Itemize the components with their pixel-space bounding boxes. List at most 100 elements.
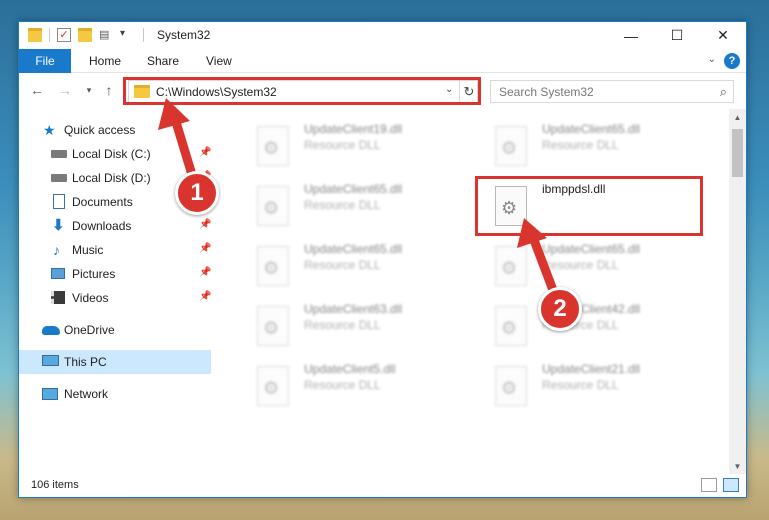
sidebar-item-label: Downloads [72, 219, 132, 233]
tab-view[interactable]: View [206, 49, 232, 73]
scroll-up-arrow-icon[interactable]: ▲ [729, 109, 746, 125]
sidebar-item-label: Pictures [72, 267, 116, 281]
window-title: System32 [157, 28, 211, 42]
dll-file-icon: ⚙ [257, 246, 289, 286]
pin-icon[interactable]: 📌 [199, 243, 211, 254]
star-icon: ★ [43, 122, 56, 138]
new-folder-icon[interactable] [78, 28, 92, 42]
list-item[interactable]: ⚙ UpdateClient65.dll Resource DLL [475, 238, 705, 292]
tab-share[interactable]: Share [147, 49, 179, 73]
dll-file-icon: ⚙ [495, 306, 527, 346]
videos-icon [51, 291, 65, 304]
folder-icon [28, 28, 42, 42]
maximize-button[interactable]: ☐ [654, 22, 700, 49]
file-type: Resource DLL [304, 378, 381, 392]
sidebar-item-music[interactable]: ♪ Music 📌 [19, 238, 211, 262]
music-icon: ♪ [53, 242, 60, 258]
list-item[interactable]: ⚙ UpdateClient65.dll Resource DLL [475, 118, 705, 172]
address-highlight-box [123, 77, 481, 105]
title-separator [49, 28, 50, 42]
file-name: UpdateClient63.dll [304, 302, 403, 316]
search-icon[interactable]: ⌕ [720, 84, 727, 100]
sidebar-item-videos[interactable]: Videos 📌 [19, 286, 211, 310]
dll-file-icon: ⚙ [495, 126, 527, 166]
recent-locations-chevron-icon[interactable]: ▾ [81, 82, 97, 98]
sidebar-item-label: Local Disk (C:) [72, 147, 151, 161]
file-highlight-box [475, 176, 703, 236]
sidebar-item-local-disk-c[interactable]: Local Disk (C:) 📌 [19, 142, 211, 166]
sidebar-item-label: Videos [72, 291, 109, 305]
search-input[interactable]: Search System32 ⌕ [490, 80, 734, 103]
list-item[interactable]: ⚙ UpdateClient42.dll Resource DLL [475, 298, 705, 352]
status-bar: 106 items [19, 474, 746, 497]
properties-icon[interactable]: ✓ [57, 28, 71, 42]
details-view-icon[interactable] [701, 478, 717, 492]
file-name: UpdateClient65.dll [304, 182, 403, 196]
file-name: UpdateClient21.dll [542, 362, 641, 376]
sidebar-item-label: Documents [72, 195, 133, 209]
customize-toolbar-icon[interactable]: ▤ [99, 28, 113, 42]
dll-file-icon: ⚙ [495, 246, 527, 286]
drive-icon [51, 174, 67, 182]
sidebar-item-label: This PC [64, 355, 107, 369]
forward-arrow-icon[interactable]: → [57, 82, 73, 98]
navigation-bar: ← → ▾ ↑ C:\Windows\System32 ⌄ ↻ Search S… [19, 73, 746, 109]
pin-icon[interactable]: 📌 [199, 291, 211, 302]
list-item[interactable]: ⚙ UpdateClient5.dll Resource DLL [237, 358, 467, 412]
dll-file-icon: ⚙ [257, 306, 289, 346]
scrollbar-thumb[interactable] [732, 129, 743, 177]
file-name: UpdateClient65.dll [542, 122, 641, 136]
file-type: Resource DLL [542, 138, 619, 152]
file-type: Resource DLL [542, 378, 619, 392]
file-list: ⚙ UpdateClient19.dll Resource DLL ⚙ Upda… [219, 109, 727, 474]
sidebar-item-onedrive[interactable]: OneDrive [19, 318, 211, 342]
dll-file-icon: ⚙ [257, 126, 289, 166]
search-placeholder: Search System32 [499, 85, 594, 99]
scroll-down-arrow-icon[interactable]: ▼ [729, 458, 746, 474]
sidebar-item-this-pc[interactable]: This PC [19, 350, 211, 374]
up-arrow-icon[interactable]: ↑ [101, 82, 117, 98]
chevron-down-icon[interactable]: ▾ [120, 28, 134, 42]
file-name: UpdateClient65.dll [304, 242, 403, 256]
sidebar-item-network[interactable]: Network [19, 382, 211, 406]
navigation-pane: ★ Quick access Local Disk (C:) 📌 Local D… [19, 109, 215, 474]
chevron-down-icon[interactable]: ⌄ [708, 54, 716, 65]
list-item[interactable]: ⚙ UpdateClient65.dll Resource DLL [237, 238, 467, 292]
network-icon [42, 388, 58, 400]
close-button[interactable]: ✕ [700, 22, 746, 49]
tab-file[interactable]: File [19, 49, 71, 73]
sidebar-item-label: Music [72, 243, 104, 257]
file-name: UpdateClient19.dll [304, 122, 403, 136]
pin-icon[interactable]: 📌 [199, 219, 211, 230]
list-item[interactable]: ⚙ UpdateClient21.dll Resource DLL [475, 358, 705, 412]
pin-icon[interactable]: 📌 [199, 267, 211, 278]
back-arrow-icon[interactable]: ← [29, 82, 45, 98]
file-type: Resource DLL [304, 198, 381, 212]
callout-badge-1: 1 [175, 171, 219, 215]
this-pc-icon [42, 355, 59, 366]
documents-icon [53, 194, 65, 209]
list-item[interactable]: ⚙ UpdateClient19.dll Resource DLL [237, 118, 467, 172]
sidebar-item-pictures[interactable]: Pictures 📌 [19, 262, 211, 286]
drive-icon [51, 150, 67, 158]
pin-icon[interactable]: 📌 [199, 147, 211, 158]
tab-home[interactable]: Home [89, 49, 121, 73]
dll-file-icon: ⚙ [257, 366, 289, 406]
onedrive-icon [42, 326, 60, 335]
item-count: 106 items [31, 479, 79, 491]
list-item[interactable]: ⚙ UpdateClient65.dll Resource DLL [237, 178, 467, 232]
explorer-window: ✓ ▤ ▾ System32 — ☐ ✕ File Home Share Vie… [18, 21, 747, 498]
sidebar-item-label: Network [64, 387, 109, 401]
ribbon-tabs: File Home Share View ⌄ ? [19, 49, 746, 73]
help-icon[interactable]: ? [724, 53, 740, 69]
list-item[interactable]: ⚙ UpdateClient63.dll Resource DLL [237, 298, 467, 352]
sidebar-item-label: OneDrive [64, 323, 115, 337]
sidebar-item-quick-access[interactable]: ★ Quick access [19, 118, 211, 142]
file-name: UpdateClient65.dll [542, 242, 641, 256]
large-icons-view-icon[interactable] [723, 478, 739, 492]
file-type: Resource DLL [304, 258, 381, 272]
sidebar-item-downloads[interactable]: ⬇ Downloads 📌 [19, 214, 211, 238]
vertical-scrollbar[interactable]: ▲ ▼ [729, 109, 746, 474]
title-separator [143, 28, 144, 42]
minimize-button[interactable]: — [608, 22, 654, 49]
